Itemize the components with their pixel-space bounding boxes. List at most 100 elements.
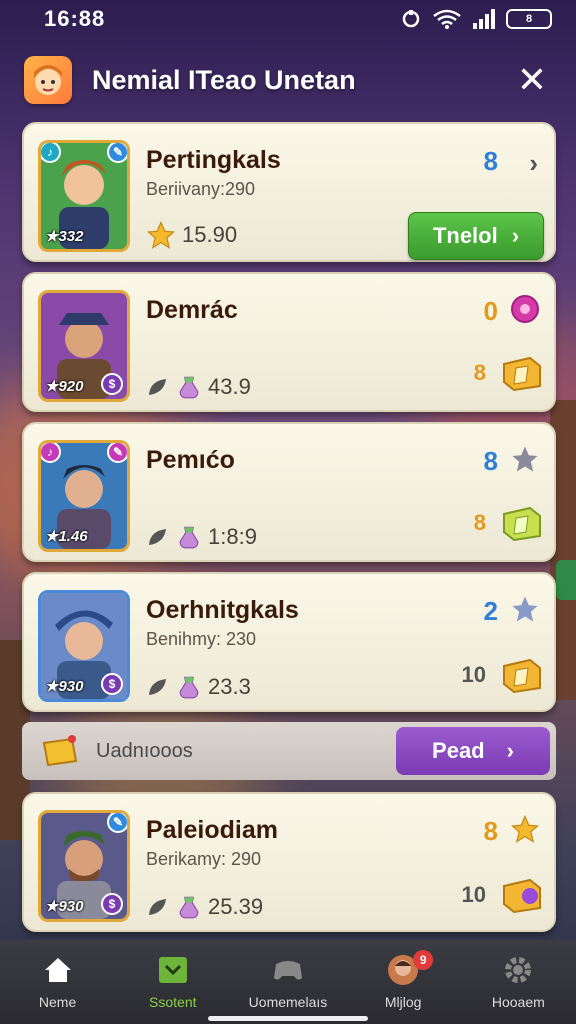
stat-row: 1:8:9 <box>146 524 257 550</box>
avatar-level: ★930 <box>45 898 84 915</box>
dollar-badge-icon: $ <box>101 893 123 915</box>
dialog-header: Nemial ITeao Unetan ✕ <box>0 40 576 120</box>
token-icon <box>511 295 539 323</box>
wifi-icon <box>433 9 461 29</box>
nav-label: Neme <box>38 994 77 1010</box>
close-icon: ✕ <box>516 59 548 100</box>
rank-number: 8 <box>483 446 498 476</box>
avatar: ★1.46 ♪ ✎ <box>38 440 130 552</box>
gold-chest-icon <box>503 356 541 392</box>
stat-value: 15.90 <box>182 222 238 247</box>
edit-badge-icon: ✎ <box>107 813 127 833</box>
nav-label: Uomemelaıs <box>248 994 328 1010</box>
app-logo-icon <box>24 56 72 104</box>
leaf-icon <box>149 379 166 395</box>
player-name: Oerhnitgkals <box>146 596 299 624</box>
dialog-title: Nemial ITeao Unetan <box>92 64 356 95</box>
banner-text: Uadnıooos <box>96 739 193 762</box>
item-count: 10 <box>461 662 486 687</box>
gold-chest-icon <box>503 878 541 914</box>
stat-row: 43.9 <box>146 374 251 400</box>
dollar-badge-icon: $ <box>101 373 123 395</box>
avatar-level: ★332 <box>45 228 84 245</box>
nav-label: Mljlog <box>384 994 422 1010</box>
signal-icon <box>473 9 495 29</box>
music-badge-icon: ♪ <box>41 443 61 463</box>
rank-number: 8 <box>483 146 498 176</box>
chevron-right-icon: › <box>511 223 520 248</box>
player-subtitle: Beriivany:290 <box>146 179 256 199</box>
avatar: ★930 $ <box>38 590 130 702</box>
nav-content[interactable]: Ssotent <box>123 954 223 1010</box>
player-subtitle: Berikamy: 290 <box>146 849 262 869</box>
avatar-level: ★1.46 <box>45 528 88 545</box>
stat-row: 25.39 <box>146 894 263 920</box>
player-name: Pemıćo <box>146 446 235 474</box>
bottom-nav: Neme Ssotent Uomemelaıs 9 Mljlog Hooaem <box>0 940 576 1024</box>
stat-value: 23.3 <box>208 674 251 699</box>
inbox-icon <box>156 954 190 986</box>
player-name: Demrác <box>146 296 238 324</box>
nav-label: Hooaem <box>491 994 545 1010</box>
list-item[interactable]: ★930 ✎ $ Paleiodiam Berikamy: 290 25.39 … <box>22 792 556 932</box>
rank-number: 2 <box>483 596 498 626</box>
notification-badge: 9 <box>413 950 434 970</box>
leaf-icon <box>149 529 166 545</box>
nav-games[interactable]: Uomemelaıs <box>238 954 338 1010</box>
avatar: ★930 ✎ $ <box>38 810 130 922</box>
player-name: Paleiodiam <box>146 816 278 844</box>
status-bar: 16:88 8 <box>0 0 576 38</box>
read-button[interactable]: Pead › <box>396 727 550 775</box>
stat-row: 23.3 <box>146 674 251 700</box>
avatar-level: ★930 <box>45 678 84 695</box>
close-button[interactable]: ✕ <box>512 59 552 100</box>
nav-home[interactable]: Neme <box>8 954 108 1010</box>
music-badge-icon: ♪ <box>41 143 61 163</box>
stat-row: 15.90 <box>146 220 237 250</box>
leaf-icon <box>149 899 166 915</box>
gold-chest-icon <box>503 658 541 694</box>
home-indicator[interactable] <box>208 1016 368 1021</box>
potion-icon <box>179 676 199 699</box>
chevron-right-icon: › <box>506 738 514 763</box>
player-subtitle: Benihmy: 230 <box>146 629 257 649</box>
item-count: 10 <box>461 882 486 907</box>
green-chest-icon <box>503 506 541 542</box>
list-item[interactable]: ★332 ♪ ✎ Pertingkals Beriivany:290 15.90… <box>22 122 556 262</box>
leaderboard-list: ★332 ♪ ✎ Pertingkals Beriivany:290 15.90… <box>22 122 556 942</box>
nav-profile[interactable]: 9 Mljlog <box>353 950 453 1010</box>
avatar: ★920 $ <box>38 290 130 402</box>
sync-icon <box>402 10 420 28</box>
avatar-level: ★920 <box>45 378 84 395</box>
dollar-badge-icon: $ <box>101 673 123 695</box>
list-item[interactable]: ★920 $ Demrác 43.9 0 8 <box>22 272 556 412</box>
status-time: 16:88 <box>44 6 106 31</box>
home-icon <box>41 954 75 986</box>
avatar: ★332 ♪ ✎ <box>38 140 130 252</box>
potion-icon <box>179 376 199 399</box>
star-icon <box>512 596 538 622</box>
rank-number: 0 <box>483 296 498 326</box>
promo-banner: Uadnıooos Pead › <box>22 722 556 780</box>
list-item[interactable]: ★1.46 ♪ ✎ Pemıćo 1:8:9 8 8 <box>22 422 556 562</box>
read-button-label: Pead <box>432 738 485 763</box>
star-icon <box>512 446 538 472</box>
list-item[interactable]: ★930 $ Oerhnitgkals Benihmy: 230 23.3 2 … <box>22 572 556 712</box>
gamepad-icon <box>271 954 305 986</box>
item-count: 8 <box>473 360 486 385</box>
action-button[interactable]: Tnelol › <box>408 212 544 260</box>
action-button-label: Tnelol <box>432 223 498 248</box>
gift-icon <box>42 735 78 767</box>
player-name: Pertingkals <box>146 146 281 174</box>
stat-value: 43.9 <box>208 374 251 399</box>
nav-settings[interactable]: Hooaem <box>468 954 568 1010</box>
item-count: 8 <box>473 510 486 535</box>
potion-icon <box>179 526 199 549</box>
potion-icon <box>179 896 199 919</box>
nav-label: Ssotent <box>149 994 197 1010</box>
rank-number: 8 <box>483 816 498 846</box>
stat-value: 25.39 <box>208 894 264 919</box>
leaf-icon <box>149 679 166 695</box>
battery-level: 8 <box>525 13 533 25</box>
chevron-right-icon[interactable]: › <box>529 148 538 179</box>
